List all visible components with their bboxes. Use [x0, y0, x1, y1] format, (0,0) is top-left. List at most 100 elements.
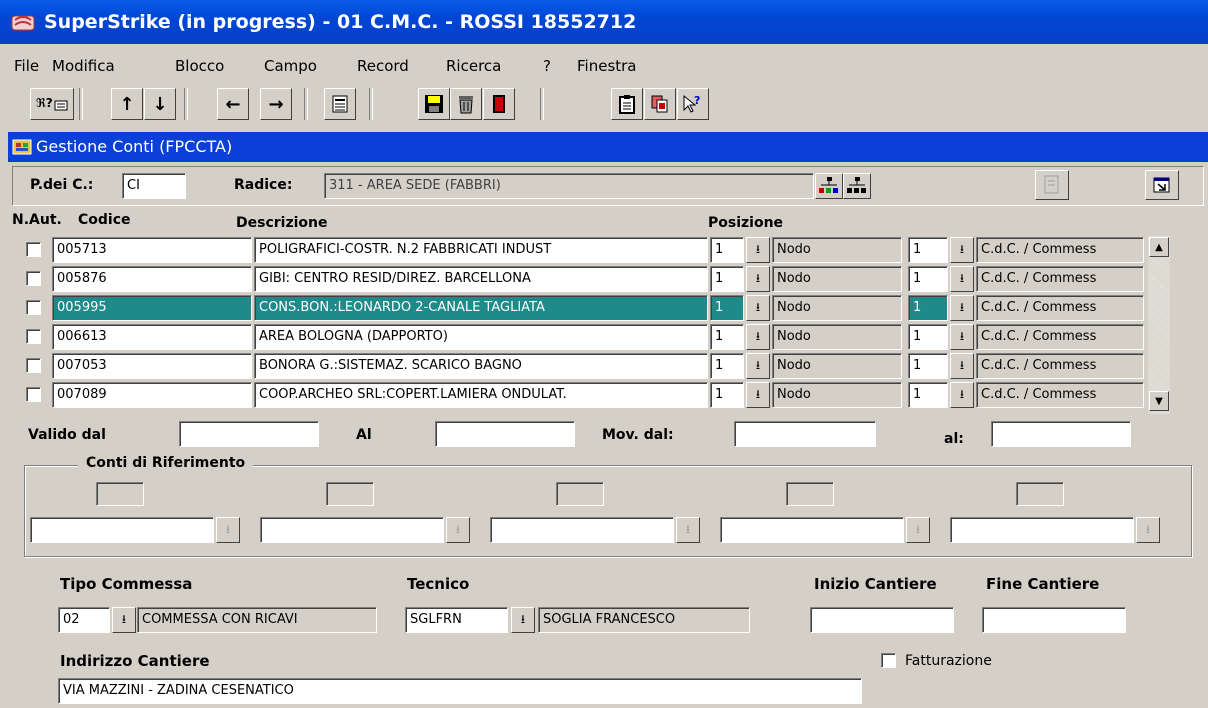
riferimento-field[interactable]: [260, 517, 444, 543]
descrizione-cell[interactable]: GIBI: CENTRO RESID/DIREZ. BARCELLONA: [254, 266, 708, 292]
valido-al-field[interactable]: [435, 421, 575, 447]
posizione2-cell[interactable]: 1: [908, 237, 948, 263]
posizione-dropdown-button[interactable]: ⭳: [746, 353, 770, 379]
categoria-dropdown-button[interactable]: ⭳: [950, 295, 974, 321]
descrizione-cell[interactable]: COOP.ARCHEO SRL:COPERT.LAMIERA ONDULAT.: [254, 382, 708, 408]
exit-button[interactable]: [483, 88, 515, 120]
fatturazione-checkbox[interactable]: [881, 653, 896, 668]
piano-field[interactable]: CI: [122, 173, 186, 199]
riferimento-field[interactable]: [30, 517, 214, 543]
radice-field[interactable]: 311 - AREA SEDE (FABBRI): [324, 173, 814, 199]
posizione2-cell[interactable]: 1: [908, 324, 948, 350]
delete-record-button[interactable]: [450, 88, 482, 120]
posizione-dropdown-button[interactable]: ⭳: [746, 382, 770, 408]
posizione-cell[interactable]: 1: [710, 237, 744, 263]
posizione-cell[interactable]: 1: [710, 382, 744, 408]
codice-cell[interactable]: 007089: [52, 382, 252, 408]
categoria-dropdown-button[interactable]: ⭳: [950, 266, 974, 292]
previous-block-button[interactable]: ←: [217, 88, 249, 120]
posizione-cell[interactable]: 1: [710, 266, 744, 292]
tipo-commessa-dropdown-button[interactable]: ⭳: [112, 607, 136, 633]
categoria-cell: C.d.C. / Commess: [976, 353, 1144, 379]
descrizione-cell[interactable]: POLIGRAFICI-COSTR. N.2 FABBRICATI INDUST: [254, 237, 708, 263]
categoria-dropdown-button[interactable]: ⭳: [950, 237, 974, 263]
codice-cell[interactable]: 006613: [52, 324, 252, 350]
riferimento-dropdown-button[interactable]: ⭳: [1136, 517, 1160, 543]
riferimento-dropdown-button[interactable]: ⭳: [676, 517, 700, 543]
riferimento-dropdown-button[interactable]: ⭳: [446, 517, 470, 543]
tree-collapse-button[interactable]: [843, 173, 871, 199]
table-scrollbar[interactable]: [1148, 236, 1170, 414]
naut-checkbox[interactable]: [26, 387, 41, 402]
document-button[interactable]: [1035, 170, 1069, 200]
menu-campo[interactable]: Campo: [264, 57, 317, 75]
menu-record[interactable]: Record: [357, 57, 409, 75]
riferimento-field[interactable]: [720, 517, 904, 543]
categoria-dropdown-button[interactable]: ⭳: [950, 324, 974, 350]
menu-ricerca[interactable]: Ricerca: [446, 57, 501, 75]
menu-file[interactable]: File: [14, 57, 39, 75]
naut-checkbox[interactable]: [26, 271, 41, 286]
help-button[interactable]: ?: [677, 88, 709, 120]
posizione-cell[interactable]: 1: [710, 324, 744, 350]
naut-checkbox[interactable]: [26, 242, 41, 257]
descrizione-cell[interactable]: AREA BOLOGNA (DAPPORTO): [254, 324, 708, 350]
fine-cantiere-field[interactable]: [982, 607, 1126, 633]
indirizzo-cantiere-field[interactable]: VIA MAZZINI - ZADINA CESENATICO: [58, 678, 862, 704]
descrizione-cell[interactable]: CONS.BON.:LEONARDO 2-CANALE TAGLIATA: [254, 295, 708, 321]
copy-button[interactable]: [644, 88, 676, 120]
categoria-dropdown-button[interactable]: ⭳: [950, 382, 974, 408]
naut-checkbox[interactable]: [26, 300, 41, 315]
valido-dal-field[interactable]: [179, 421, 319, 447]
next-block-button[interactable]: →: [260, 88, 292, 120]
tecnico-desc-field: SOGLIA FRANCESCO: [538, 607, 750, 633]
codice-cell[interactable]: 005713: [52, 237, 252, 263]
tecnico-dropdown-button[interactable]: ⭳: [511, 607, 535, 633]
posizione-cell[interactable]: 1: [710, 353, 744, 379]
naut-checkbox[interactable]: [26, 329, 41, 344]
tipo-commessa-code-field[interactable]: 02: [58, 607, 110, 633]
previous-record-button[interactable]: ↑: [111, 88, 143, 120]
codice-cell[interactable]: 005876: [52, 266, 252, 292]
inizio-cantiere-field[interactable]: [810, 607, 954, 633]
posizione-dropdown-button[interactable]: ⭳: [746, 237, 770, 263]
posizione-dropdown-button[interactable]: ⭳: [746, 324, 770, 350]
tree-expand-button[interactable]: [815, 173, 843, 199]
scroll-up-button[interactable]: ▲: [1149, 237, 1169, 257]
riferimento-field[interactable]: [490, 517, 674, 543]
riferimento-dropdown-button[interactable]: ⭳: [906, 517, 930, 543]
riferimento-dropdown-button[interactable]: ⭳: [216, 517, 240, 543]
categoria-dropdown-button[interactable]: ⭳: [950, 353, 974, 379]
mov-dal-field[interactable]: [734, 421, 876, 447]
triangle-down-icon: ▼: [1155, 395, 1163, 407]
codice-cell[interactable]: 005995: [52, 295, 252, 321]
descrizione-cell[interactable]: BONORA G.:SISTEMAZ. SCARICO BAGNO: [254, 353, 708, 379]
inizio-cantiere-label: Inizio Cantiere: [814, 575, 937, 593]
paste-button[interactable]: [611, 88, 643, 120]
posizione-dropdown-button[interactable]: ⭳: [746, 266, 770, 292]
posizione2-cell[interactable]: 1: [908, 295, 948, 321]
menu-blocco[interactable]: Blocco: [175, 57, 224, 75]
scroll-down-button[interactable]: ▼: [1149, 391, 1169, 411]
menu-finestra[interactable]: Finestra: [577, 57, 637, 75]
next-record-button[interactable]: ↓: [144, 88, 176, 120]
posizione-dropdown-button[interactable]: ⭳: [746, 295, 770, 321]
naut-checkbox[interactable]: [26, 358, 41, 373]
codice-cell[interactable]: 007053: [52, 353, 252, 379]
list-values-button[interactable]: [324, 88, 356, 120]
posizione2-cell[interactable]: 1: [908, 382, 948, 408]
piano-label: P.dei C.:: [30, 177, 94, 193]
download-arrow-icon: ⭳: [520, 611, 526, 626]
riferimento-field[interactable]: [950, 517, 1134, 543]
tecnico-code-field[interactable]: SGLFRN: [405, 607, 508, 633]
posizione2-cell[interactable]: 1: [908, 353, 948, 379]
tree-collapse-icon: [847, 177, 866, 193]
menu-modifica[interactable]: Modifica: [52, 57, 115, 75]
menu-help[interactable]: ?: [543, 57, 551, 75]
window-toggle-button[interactable]: [1145, 170, 1179, 200]
save-button[interactable]: [418, 88, 450, 120]
posizione-cell[interactable]: 1: [710, 295, 744, 321]
query-button[interactable]: ℜ?: [30, 88, 74, 120]
mov-al-field[interactable]: [991, 421, 1131, 447]
posizione2-cell[interactable]: 1: [908, 266, 948, 292]
